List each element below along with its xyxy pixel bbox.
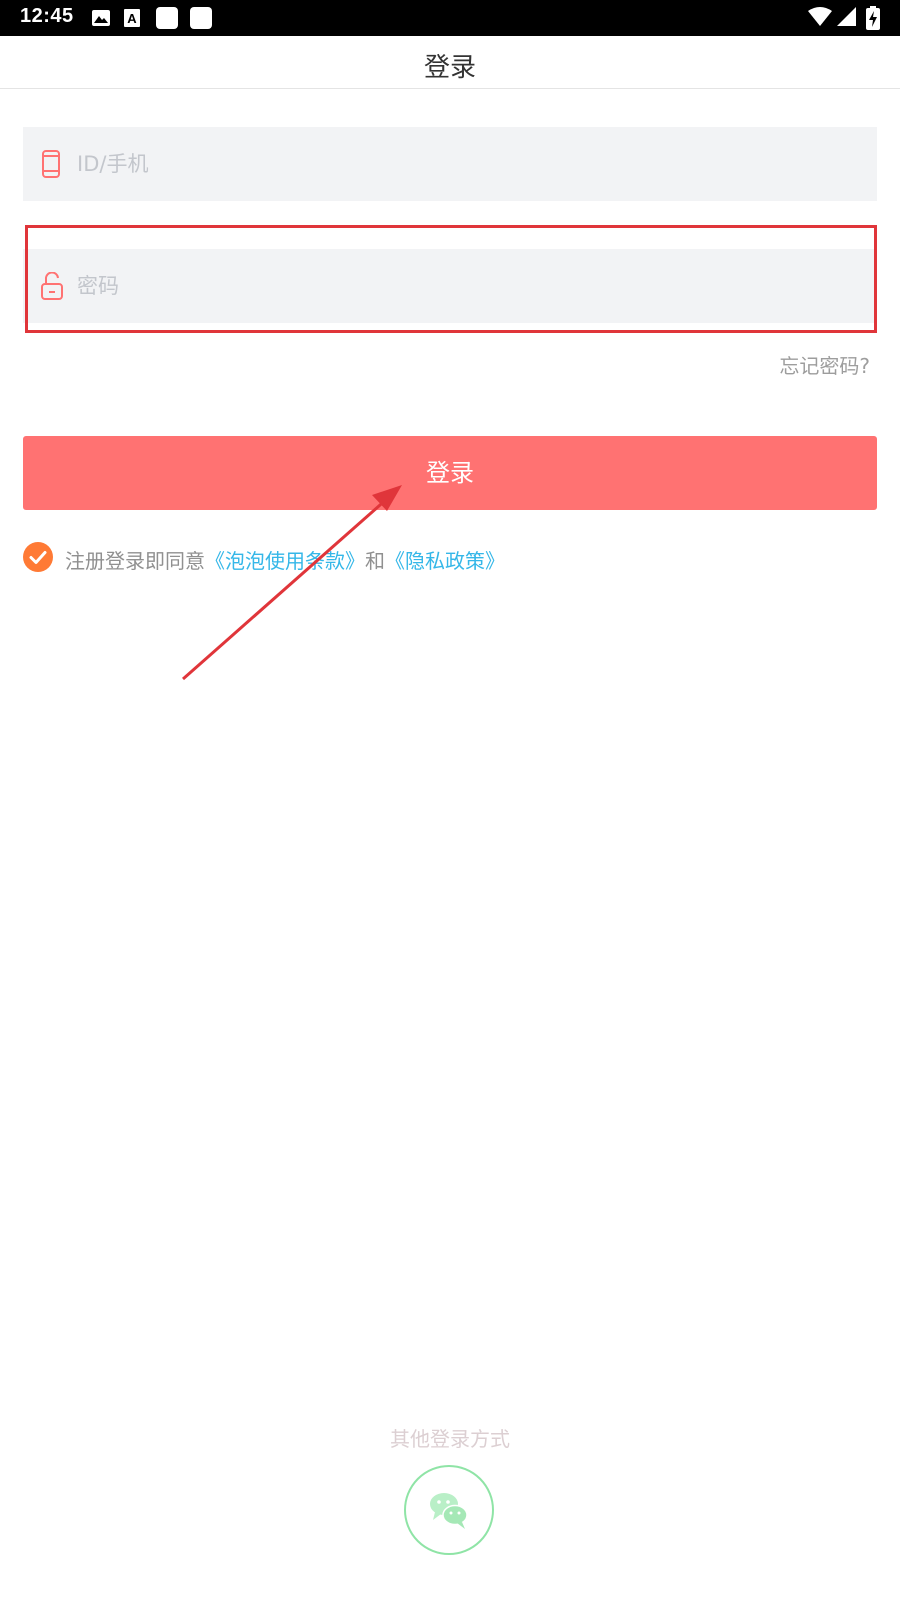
notification-square-icon xyxy=(189,6,213,34)
account-field[interactable] xyxy=(23,127,877,201)
keyboard-a-icon: A xyxy=(122,8,142,32)
checkmark-icon xyxy=(29,551,47,564)
account-input[interactable] xyxy=(75,127,857,201)
agreement-text: 注册登录即同意《泡泡使用条款》和《隐私政策》 xyxy=(65,545,505,574)
status-bar: 12:45 A xyxy=(0,0,900,36)
signal-icon xyxy=(837,7,857,31)
terms-link[interactable]: 《泡泡使用条款》 xyxy=(205,549,365,573)
agreement-joiner: 和 xyxy=(365,549,385,573)
forgot-password-link[interactable]: 忘记密码? xyxy=(779,350,870,379)
annotation-highlight-box xyxy=(25,225,877,333)
phone-icon xyxy=(41,150,61,182)
privacy-policy-link[interactable]: 《隐私政策》 xyxy=(385,549,505,573)
svg-text:A: A xyxy=(127,11,137,26)
other-login-label: 其他登录方式 xyxy=(390,1427,510,1451)
agreement-checkbox[interactable] xyxy=(23,542,53,572)
wifi-icon xyxy=(808,7,832,31)
navigation-bar: 登录 xyxy=(0,36,900,89)
wechat-icon xyxy=(430,1493,468,1529)
image-icon xyxy=(91,8,111,32)
login-button[interactable]: 登录 xyxy=(23,436,877,510)
status-time: 12:45 xyxy=(20,5,74,27)
battery-charging-icon xyxy=(866,6,880,34)
wechat-login-button[interactable] xyxy=(404,1465,494,1555)
agreement-prefix: 注册登录即同意 xyxy=(65,549,205,573)
notification-square-icon xyxy=(155,6,179,34)
page-title: 登录 xyxy=(423,53,476,83)
